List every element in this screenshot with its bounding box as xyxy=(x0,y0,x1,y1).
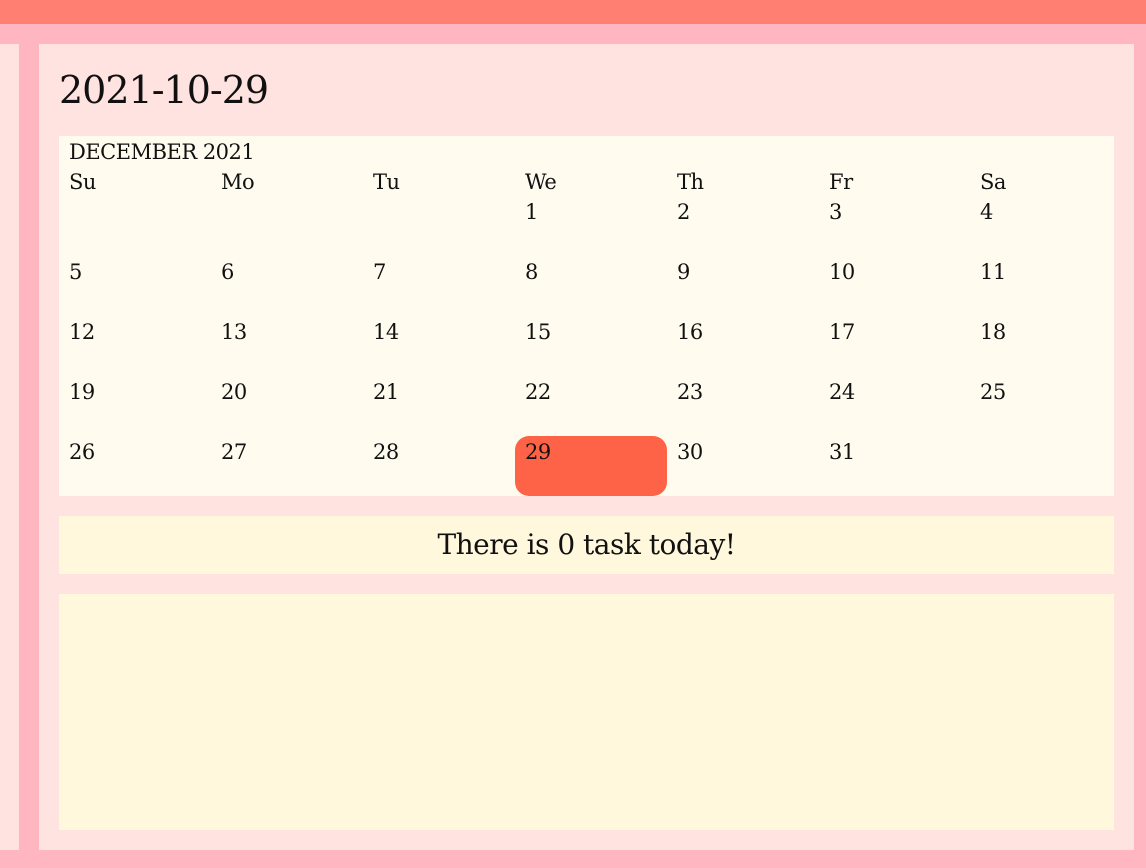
calendar-month-label: DECEMBER 2021 xyxy=(69,140,255,164)
calendar-day[interactable]: 27 xyxy=(221,439,371,465)
page-title: 2021-10-29 xyxy=(59,68,269,112)
weekday-thursday: Th xyxy=(677,170,704,194)
calendar-day[interactable]: 11 xyxy=(980,259,1130,285)
calendar-day[interactable]: 10 xyxy=(829,259,979,285)
calendar-day[interactable]: 9 xyxy=(677,259,827,285)
calendar-day[interactable]: 3 xyxy=(829,199,979,225)
left-panel xyxy=(0,44,19,850)
calendar-day[interactable]: 24 xyxy=(829,379,979,405)
calendar-day[interactable]: 8 xyxy=(525,259,675,285)
calendar-day-selected[interactable]: 29 xyxy=(525,439,675,465)
calendar-day[interactable]: 5 xyxy=(69,259,219,285)
calendar-day[interactable]: 12 xyxy=(69,319,219,345)
main-panel: 2021-10-29 DECEMBER 2021 Su Mo Tu We Th … xyxy=(39,44,1134,850)
weekday-sunday: Su xyxy=(69,170,96,194)
calendar-day[interactable]: 2 xyxy=(677,199,827,225)
weekday-tuesday: Tu xyxy=(373,170,400,194)
calendar-day[interactable]: 18 xyxy=(980,319,1130,345)
calendar-day[interactable]: 20 xyxy=(221,379,371,405)
calendar-day[interactable]: 25 xyxy=(980,379,1130,405)
calendar-day[interactable]: 15 xyxy=(525,319,675,345)
calendar-day[interactable]: 1 xyxy=(525,199,675,225)
calendar-day[interactable]: 7 xyxy=(373,259,523,285)
calendar-day[interactable]: 14 xyxy=(373,319,523,345)
weekday-friday: Fr xyxy=(829,170,853,194)
calendar-day[interactable]: 16 xyxy=(677,319,827,345)
weekday-saturday: Sa xyxy=(980,170,1006,194)
calendar-day[interactable]: 28 xyxy=(373,439,523,465)
calendar: DECEMBER 2021 Su Mo Tu We Th Fr Sa 1 2 3… xyxy=(59,136,1114,496)
calendar-day[interactable]: 26 xyxy=(69,439,219,465)
calendar-day[interactable]: 17 xyxy=(829,319,979,345)
calendar-day[interactable]: 31 xyxy=(829,439,979,465)
task-summary: There is 0 task today! xyxy=(59,516,1114,574)
calendar-day[interactable]: 30 xyxy=(677,439,827,465)
task-list-area xyxy=(59,594,1114,830)
calendar-day[interactable]: 22 xyxy=(525,379,675,405)
calendar-day[interactable]: 4 xyxy=(980,199,1130,225)
weekday-wednesday: We xyxy=(525,170,557,194)
calendar-day[interactable]: 6 xyxy=(221,259,371,285)
top-bar xyxy=(0,0,1146,24)
weekday-monday: Mo xyxy=(221,170,255,194)
calendar-day[interactable]: 19 xyxy=(69,379,219,405)
calendar-day[interactable]: 13 xyxy=(221,319,371,345)
calendar-day[interactable]: 23 xyxy=(677,379,827,405)
calendar-day[interactable]: 21 xyxy=(373,379,523,405)
